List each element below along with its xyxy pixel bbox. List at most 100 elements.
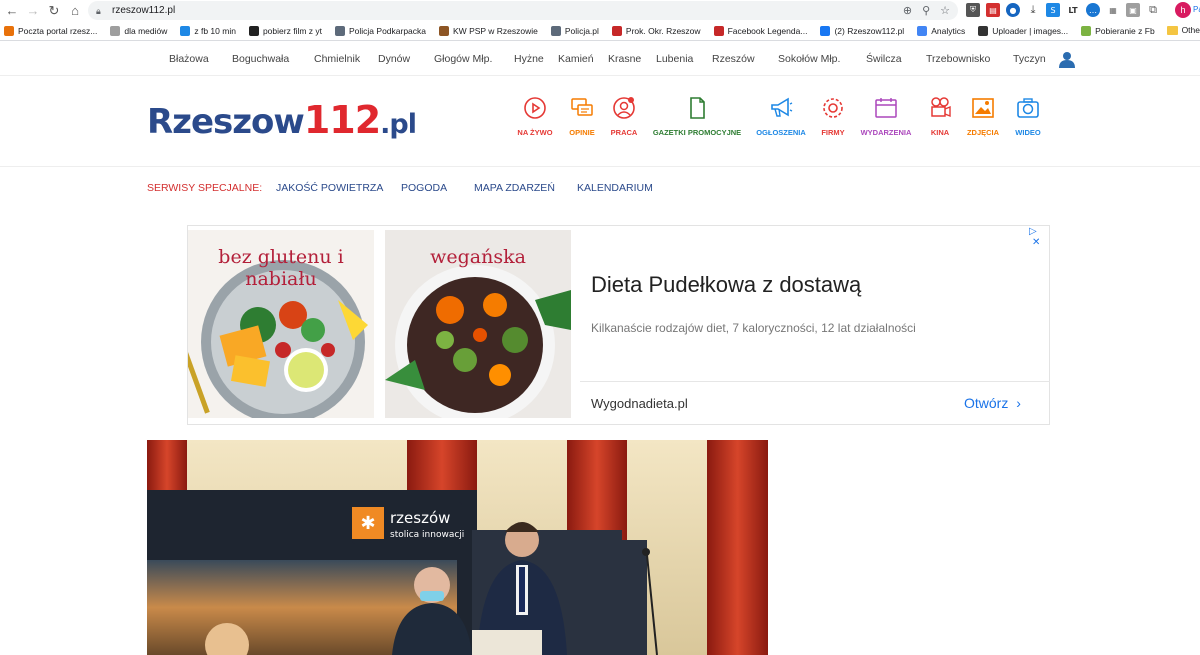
chat-extension-icon[interactable]: … <box>1086 3 1100 17</box>
forward-icon[interactable]: → <box>24 2 42 20</box>
region-link[interactable]: Trzebownisko <box>926 53 990 65</box>
extensions-bar: ⛨ ▤ ● ⤓ S LT … ▦ ▣ ⧉ <box>966 3 1160 17</box>
region-link[interactable]: Błażowa <box>169 53 209 65</box>
profile-avatar[interactable]: h <box>1175 2 1191 18</box>
reload-icon[interactable]: ↻ <box>45 2 63 20</box>
service-gazetki-promocyjne[interactable]: GAZETKI PROMOCYJNE <box>653 96 741 137</box>
bookmark-label: Facebook Legenda... <box>727 26 808 36</box>
user-icon[interactable] <box>1059 51 1075 68</box>
bookmark-label: Prok. Okr. Rzeszow <box>625 26 701 36</box>
ad-open-button[interactable]: Otwórz › <box>964 395 1021 411</box>
document-icon <box>690 97 705 119</box>
puzzle-extension-icon[interactable]: ⧉ <box>1146 3 1160 17</box>
region-link[interactable]: Lubenia <box>656 53 693 65</box>
bookmark-item[interactable]: Policja Podkarpacka <box>335 26 426 36</box>
s-extension-icon[interactable]: S <box>1046 3 1060 17</box>
bookmark-item[interactable]: Pobieranie z Fb <box>1081 26 1155 36</box>
address-bar[interactable]: 🔒︎ rzeszow112.pl ⊕ ⚲ ☆ <box>88 1 958 20</box>
site-logo[interactable]: Rzeszow 112 .pl <box>147 98 417 144</box>
region-link[interactable]: Głogów Młp. <box>434 53 492 65</box>
bookmark-favicon-icon <box>611 26 622 36</box>
worker-icon <box>613 97 635 119</box>
bookmark-label: pobierz film z yt <box>262 26 322 36</box>
shield-extension-icon[interactable]: ⛨ <box>966 3 980 17</box>
ad-image-caption: wegańska <box>430 246 526 268</box>
bookmark-favicon-icon <box>180 26 191 36</box>
region-link[interactable]: Rzeszów <box>712 53 755 65</box>
ad-choices[interactable]: ▷ ✕ <box>1029 226 1049 248</box>
ad-choices-icon[interactable]: ▷ <box>1029 226 1037 237</box>
advertisement[interactable]: bez glutenu i nabiału wegańska Dieta Pud… <box>187 225 1050 425</box>
article-photo[interactable]: ✱ rzeszów stolica innowacji <box>147 440 768 655</box>
region-link[interactable]: Tyczyn <box>1013 53 1046 65</box>
region-link[interactable]: Boguchwała <box>232 53 289 65</box>
special-service-link[interactable]: MAPA ZDARZEŃ <box>474 182 555 194</box>
bookmark-item[interactable]: Analytics <box>917 26 965 36</box>
region-link[interactable]: Kamień <box>558 53 594 65</box>
star-icon[interactable]: ☆ <box>940 4 950 17</box>
divider <box>0 75 1200 76</box>
special-service-link[interactable]: KALENDARIUM <box>577 182 653 194</box>
banner-text: rzeszów <box>390 509 450 527</box>
bookmark-label: Analytics <box>931 26 966 36</box>
special-service-link[interactable]: POGODA <box>401 182 447 194</box>
bookmark-item[interactable]: Poczta portal rzesz... <box>4 26 97 36</box>
service-wideo[interactable]: WIDEO <box>988 96 1068 137</box>
bookmark-favicon-icon <box>335 26 345 36</box>
grid-extension-icon[interactable]: ▦ <box>1106 3 1120 17</box>
bookmark-item[interactable]: pobierz film z yt <box>248 26 322 36</box>
ad-domain[interactable]: Wygodnadieta.pl <box>591 396 688 411</box>
home-icon[interactable]: ⌂ <box>66 2 84 20</box>
bookmark-item[interactable]: KW PSP w Rzeszowie <box>439 26 538 36</box>
bookmark-label: (2) Rzeszow112.pl <box>834 26 905 36</box>
bookmark-item[interactable]: Facebook Legenda... <box>713 26 808 36</box>
ad-headline[interactable]: Dieta Pudełkowa z dostawą <box>591 272 861 298</box>
region-link[interactable]: Świlcza <box>866 53 902 65</box>
logo-text-domain: .pl <box>380 109 417 140</box>
ad-open-label: Otwórz <box>964 395 1009 411</box>
bookmark-favicon-icon <box>978 26 989 36</box>
divider <box>0 166 1200 167</box>
region-link[interactable]: Sokołów Młp. <box>778 53 840 65</box>
bookmark-favicon-icon <box>110 26 121 36</box>
ad-image-vegan[interactable]: wegańska <box>385 230 571 418</box>
lock-icon: 🔒︎ <box>96 5 101 16</box>
bookmark-favicon-icon <box>4 26 14 36</box>
ad-description: Kilkanaście rodzajów diet, 7 kalorycznoś… <box>591 321 916 335</box>
bookmark-label: Uploader | images... <box>992 26 1069 36</box>
profile-label: Pa <box>1193 5 1200 14</box>
bookmark-favicon-icon <box>550 26 561 36</box>
download-extension-icon[interactable]: ⤓ <box>1026 3 1040 17</box>
region-link[interactable]: Chmielnik <box>314 53 360 65</box>
bookmark-favicon-icon <box>713 26 724 36</box>
url-text: rzeszow112.pl <box>112 5 176 16</box>
bookmark-item[interactable]: (2) Rzeszow112.pl <box>820 26 904 36</box>
bookmark-item[interactable]: Uploader | images... <box>978 26 1068 36</box>
ad-image-gluten-free[interactable]: bez glutenu i nabiału <box>188 230 374 418</box>
calendar-icon <box>875 98 897 118</box>
bookmark-item[interactable]: Prok. Okr. Rzeszow <box>611 26 701 36</box>
banner-subtext: stolica innowacji <box>390 530 464 540</box>
red-extension-icon[interactable]: ▤ <box>986 3 1000 17</box>
other-bookmarks-folder[interactable]: Othe <box>1166 25 1200 35</box>
bookmark-item[interactable]: dla mediów <box>110 26 167 36</box>
lt-extension-icon[interactable]: LT <box>1066 3 1080 17</box>
region-link[interactable]: Hyżne <box>514 53 544 65</box>
close-icon[interactable]: ✕ <box>1032 237 1040 248</box>
add-icon[interactable]: ⊕ <box>903 4 912 17</box>
region-link[interactable]: Krasne <box>608 53 641 65</box>
video-camera-icon <box>1017 98 1039 118</box>
bookmark-item[interactable]: Policja.pl <box>550 26 599 36</box>
avatar-letter: h <box>1180 5 1186 15</box>
region-link[interactable]: Dynów <box>378 53 410 65</box>
back-icon[interactable]: ← <box>3 2 21 20</box>
megaphone-icon <box>771 97 793 117</box>
special-service-link[interactable]: JAKOŚĆ POWIETRZA <box>276 182 383 194</box>
bookmark-item[interactable]: z fb 10 min <box>180 26 236 36</box>
zoom-icon[interactable]: ⚲ <box>922 4 930 17</box>
bookmark-favicon-icon <box>248 26 259 36</box>
special-services-label: SERWISY SPECJALNE: <box>147 182 263 194</box>
bookmark-label: KW PSP w Rzeszowie <box>453 26 538 36</box>
blue-extension-icon[interactable]: ● <box>1006 3 1020 17</box>
image-extension-icon[interactable]: ▣ <box>1126 3 1140 17</box>
